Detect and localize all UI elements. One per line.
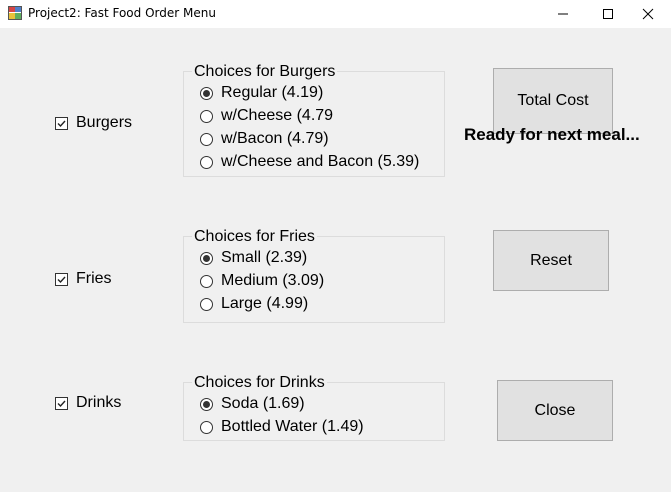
maximize-icon bbox=[603, 9, 613, 19]
status-label: Ready for next meal... bbox=[464, 125, 640, 144]
burgers-group-title: Choices for Burgers bbox=[192, 63, 338, 81]
drinks-group-title: Choices for Drinks bbox=[192, 374, 327, 392]
burger-option-cheese[interactable]: w/Cheese (4.79 bbox=[200, 107, 333, 125]
radio-unselected-icon bbox=[200, 132, 213, 146]
fries-checkbox-label: Fries bbox=[76, 270, 112, 287]
drinks-groupbox: Choices for Drinks Soda (1.69) Bottled W… bbox=[183, 374, 445, 441]
burger-option-cheese-bacon[interactable]: w/Cheese and Bacon (5.39) bbox=[200, 153, 419, 171]
radio-label: Bottled Water (1.49) bbox=[221, 418, 364, 435]
drinks-checkbox-label: Drinks bbox=[76, 394, 122, 411]
radio-unselected-icon bbox=[200, 155, 213, 169]
radio-unselected-icon bbox=[200, 109, 213, 123]
window-title: Project2: Fast Food Order Menu bbox=[28, 6, 216, 20]
drinks-checkbox[interactable]: Drinks bbox=[55, 394, 121, 412]
close-button[interactable]: Close bbox=[497, 380, 613, 441]
fries-option-small[interactable]: Small (2.39) bbox=[200, 249, 307, 267]
burger-option-regular[interactable]: Regular (4.19) bbox=[200, 84, 323, 102]
radio-label: w/Cheese and Bacon (5.39) bbox=[221, 153, 420, 170]
fries-option-medium[interactable]: Medium (3.09) bbox=[200, 272, 324, 290]
drinks-option-bottled-water[interactable]: Bottled Water (1.49) bbox=[200, 418, 364, 436]
burger-option-bacon[interactable]: w/Bacon (4.79) bbox=[200, 130, 329, 148]
radio-label: Soda (1.69) bbox=[221, 395, 305, 412]
radio-label: w/Bacon (4.79) bbox=[221, 130, 329, 147]
radio-unselected-icon bbox=[200, 420, 213, 434]
close-window-button[interactable] bbox=[625, 0, 671, 28]
fries-groupbox: Choices for Fries Small (2.39) Medium (3… bbox=[183, 228, 445, 323]
drinks-option-soda[interactable]: Soda (1.69) bbox=[200, 395, 305, 413]
reset-button[interactable]: Reset bbox=[493, 230, 609, 291]
minimize-button[interactable] bbox=[540, 0, 586, 28]
radio-label: Medium (3.09) bbox=[221, 272, 325, 289]
burgers-groupbox: Choices for Burgers Regular (4.19) w/Che… bbox=[183, 63, 445, 177]
burgers-checkbox[interactable]: Burgers bbox=[55, 114, 132, 132]
radio-selected-icon bbox=[200, 397, 213, 411]
radio-unselected-icon bbox=[200, 274, 213, 288]
fries-option-large[interactable]: Large (4.99) bbox=[200, 295, 308, 313]
minimize-icon bbox=[558, 13, 568, 15]
checkbox-checked-icon bbox=[55, 116, 68, 130]
fries-group-title: Choices for Fries bbox=[192, 228, 317, 246]
radio-label: Small (2.39) bbox=[221, 249, 308, 266]
radio-unselected-icon bbox=[200, 297, 213, 311]
fries-checkbox[interactable]: Fries bbox=[55, 270, 112, 288]
close-icon bbox=[642, 8, 654, 20]
app-icon bbox=[8, 6, 22, 20]
checkbox-checked-icon bbox=[55, 272, 68, 286]
title-bar[interactable]: Project2: Fast Food Order Menu bbox=[0, 0, 671, 28]
burgers-checkbox-label: Burgers bbox=[76, 114, 133, 131]
radio-label: Large (4.99) bbox=[221, 295, 309, 312]
radio-selected-icon bbox=[200, 86, 213, 100]
radio-label: Regular (4.19) bbox=[221, 84, 324, 101]
radio-label: w/Cheese (4.79 bbox=[221, 107, 334, 124]
checkbox-checked-icon bbox=[55, 396, 68, 410]
radio-selected-icon bbox=[200, 251, 213, 265]
